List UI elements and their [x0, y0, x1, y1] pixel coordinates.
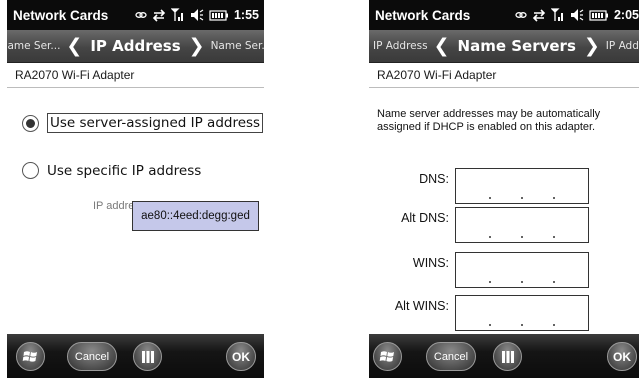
- page-navigator: IP Address ❮ Name Servers ❯ IP Address: [369, 30, 639, 63]
- nav-prev-label[interactable]: Name Ser...: [7, 40, 60, 52]
- radio-label-server-assigned[interactable]: Use server-assigned IP address: [47, 113, 264, 133]
- bottom-bar: Cancel OK: [7, 334, 264, 378]
- keyboard-button[interactable]: [493, 342, 522, 371]
- status-bar: Network Cards 2:05: [369, 0, 639, 30]
- ip-address-screen: Network Cards 1:55 Name Ser... ❮ IP Addr…: [7, 0, 264, 378]
- speaker-icon[interactable]: [190, 8, 204, 22]
- page-navigator: Name Ser... ❮ IP Address ❯ Name Ser...: [7, 30, 264, 63]
- dns-input[interactable]: [455, 168, 589, 204]
- signal-icon[interactable]: [170, 8, 185, 22]
- nav-current-title: IP Address: [90, 37, 181, 55]
- dns-label: DNS:: [419, 172, 449, 186]
- nav-current-title: Name Servers: [457, 37, 576, 55]
- ok-button[interactable]: OK: [607, 342, 637, 371]
- status-bar: Network Cards 1:55: [7, 0, 264, 30]
- ip-address-field[interactable]: ae80::4eed:degg:ged: [132, 201, 259, 231]
- windows-start-icon: [22, 351, 37, 362]
- adapter-name: RA2070 Wi-Fi Adapter: [369, 63, 639, 88]
- wins-input[interactable]: [455, 252, 589, 288]
- info-line-1: Name server addresses may be automatical…: [377, 108, 601, 120]
- clock[interactable]: 1:55: [234, 8, 259, 22]
- adapter-name: RA2070 Wi-Fi Adapter: [7, 63, 264, 88]
- windows-start-icon: [379, 351, 394, 362]
- name-server-info: Name server addresses may be automatical…: [377, 108, 631, 134]
- clock[interactable]: 2:05: [614, 8, 639, 22]
- name-servers-screen: Network Cards 2:05 IP Address ❮ Name Ser…: [369, 0, 639, 378]
- wins-label: WINS:: [412, 256, 449, 270]
- signal-icon[interactable]: [550, 8, 565, 22]
- chevron-left-icon[interactable]: ❮: [66, 36, 82, 56]
- status-icons: 1:55: [135, 8, 264, 22]
- link-icon: [515, 12, 527, 18]
- sync-icon[interactable]: [152, 8, 166, 22]
- cancel-button[interactable]: Cancel: [67, 342, 117, 371]
- radio-server-assigned[interactable]: Use server-assigned IP address: [22, 113, 264, 133]
- link-icon: [135, 12, 147, 18]
- ok-button[interactable]: OK: [226, 342, 256, 371]
- radio-specific-ip[interactable]: Use specific IP address: [22, 162, 201, 179]
- nav-prev-label[interactable]: IP Address: [373, 40, 428, 52]
- chevron-right-icon[interactable]: ❯: [584, 36, 600, 56]
- radio-button[interactable]: [22, 162, 39, 179]
- radio-button-selected[interactable]: [22, 114, 39, 132]
- sync-icon[interactable]: [532, 8, 546, 22]
- radio-label-specific-ip[interactable]: Use specific IP address: [47, 163, 201, 179]
- app-title[interactable]: Network Cards: [13, 8, 108, 23]
- keyboard-button[interactable]: [133, 342, 162, 371]
- battery-icon[interactable]: [209, 9, 229, 21]
- keyboard-icon: [501, 350, 514, 363]
- nav-next-label[interactable]: IP Address: [606, 40, 639, 52]
- alt-wins-input[interactable]: [455, 295, 589, 331]
- chevron-left-icon[interactable]: ❮: [434, 36, 450, 56]
- info-line-2: assigned if DHCP is enabled on this adap…: [377, 121, 596, 133]
- start-button[interactable]: [373, 342, 402, 371]
- start-button[interactable]: [16, 342, 45, 371]
- alt-dns-label: Alt DNS:: [401, 211, 449, 225]
- nav-next-label[interactable]: Name Ser...: [211, 40, 264, 52]
- app-title[interactable]: Network Cards: [375, 8, 470, 23]
- alt-wins-label: Alt WINS:: [394, 299, 449, 313]
- keyboard-icon: [141, 350, 154, 363]
- status-icons: 2:05: [515, 8, 639, 22]
- chevron-right-icon[interactable]: ❯: [189, 36, 205, 56]
- alt-dns-input[interactable]: [455, 207, 589, 243]
- speaker-icon[interactable]: [570, 8, 584, 22]
- bottom-bar: Cancel OK: [369, 334, 639, 378]
- cancel-button[interactable]: Cancel: [426, 342, 476, 371]
- battery-icon[interactable]: [589, 9, 609, 21]
